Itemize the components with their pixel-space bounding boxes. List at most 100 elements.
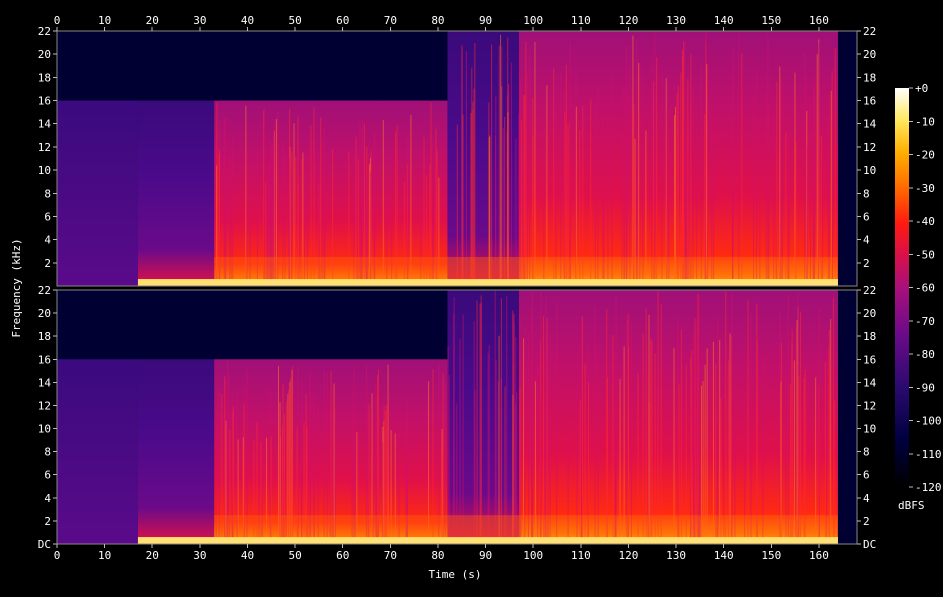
transient-streak (513, 315, 515, 544)
time-tick-label: 140 (714, 14, 734, 27)
freq-tick-label: 10 (38, 423, 51, 436)
transient-streak (510, 62, 512, 286)
time-tick-label: 60 (336, 549, 349, 562)
time-tick-label: 40 (241, 549, 254, 562)
freq-tick-label: 20 (38, 48, 51, 61)
time-tick-label: 110 (571, 549, 591, 562)
transient-streak (650, 338, 652, 544)
transient-streak (692, 336, 694, 544)
transient-streak (779, 312, 781, 544)
freq-tick-label: 16 (38, 353, 51, 366)
colorbar-tick-label: -120 (915, 481, 942, 494)
time-tick-label: 150 (761, 549, 781, 562)
transient-streak (796, 320, 798, 544)
freq-tick-label: 2 (44, 257, 51, 270)
segment-0 (57, 359, 138, 544)
transient-streak (626, 89, 628, 286)
transient-streak (797, 293, 799, 544)
time-tick-label: 130 (666, 549, 686, 562)
transient-streak (506, 295, 508, 544)
transient-streak (698, 293, 700, 544)
time-tick-label: 150 (761, 14, 781, 27)
transient-streak (556, 302, 558, 544)
time-tick-label: 0 (54, 549, 61, 562)
freq-tick-label: 4 (44, 234, 51, 247)
transient-streak (560, 70, 562, 286)
transient-streak (488, 344, 490, 544)
transient-streak (553, 68, 555, 286)
time-tick-label: 120 (618, 14, 638, 27)
freq-tick-label: 4 (863, 492, 870, 505)
transient-streak (473, 88, 475, 286)
low-frequency-band (137, 279, 838, 286)
colorbar-tick-label: -60 (915, 282, 935, 295)
freq-tick-label: 16 (863, 353, 876, 366)
freq-tick-label: 12 (38, 141, 51, 154)
channel-1-panel (56, 30, 858, 287)
transient-streak (673, 348, 675, 544)
transient-streak (682, 49, 684, 286)
transient-streak (765, 91, 767, 286)
transient-streak (692, 89, 694, 286)
transient-streak (523, 338, 525, 544)
time-tick-label: 30 (193, 549, 206, 562)
frequency-axis-right: 222018161412108642222018161412108642DC (857, 25, 877, 551)
transient-streak (779, 66, 781, 287)
bass-energy-band (214, 515, 838, 538)
transient-streak (642, 77, 644, 287)
freq-tick-label: 4 (44, 492, 51, 505)
transient-streak (543, 316, 545, 544)
transient-streak (834, 48, 836, 286)
transient-streak (623, 346, 625, 544)
colorbar-tick-label: -20 (915, 149, 935, 162)
transient-streak (660, 304, 662, 544)
freq-tick-label: 2 (863, 257, 870, 270)
freq-tick-label: 22 (38, 284, 51, 297)
freq-tick-label: 16 (863, 95, 876, 108)
transient-streak (791, 329, 793, 544)
transient-streak (474, 43, 476, 286)
time-tick-label: 140 (714, 549, 734, 562)
transient-streak (700, 66, 702, 286)
time-axis-bottom: 0 10 20 30 40 50 60 70 80 90 100 110 120 130 140 150 160 (54, 544, 829, 562)
transient-streak (501, 46, 503, 287)
transient-streak (707, 64, 709, 287)
transient-streak (818, 43, 820, 286)
freq-tick-label: 12 (863, 141, 876, 154)
time-tick-label: 10 (98, 14, 111, 27)
transient-streak (687, 78, 689, 286)
segment-3 (447, 290, 519, 544)
colorbar-tick-label: -80 (915, 348, 935, 361)
freq-tick-label: 22 (863, 284, 876, 297)
transient-streak (741, 53, 743, 286)
transient-streak (540, 337, 542, 544)
segment-1 (137, 359, 215, 544)
time-tick-label: 80 (431, 14, 444, 27)
colorbar-tick-label: -70 (915, 315, 935, 328)
transient-streak (799, 311, 801, 544)
time-tick-label: 70 (384, 14, 397, 27)
freq-tick-label: 4 (863, 234, 870, 247)
transient-streak (642, 332, 644, 544)
transient-streak (653, 81, 655, 286)
transient-streak (756, 303, 758, 544)
colorbar: +0 -10 -20 -30 -40 -50 -60 -70 -80 -90 -100 -110 -12… (895, 82, 942, 512)
transient-streak (630, 322, 632, 544)
transient-streak (520, 81, 522, 287)
transient-streak (776, 82, 778, 286)
colorbar-tick-label: -40 (915, 215, 935, 228)
transient-streak (680, 329, 682, 544)
time-tick-label: 10 (98, 549, 111, 562)
transient-streak (691, 350, 693, 544)
transient-streak (657, 291, 659, 544)
transient-streak (581, 316, 583, 544)
freq-tick-label: 10 (863, 423, 876, 436)
freq-tick-label: 8 (44, 446, 51, 459)
transient-streak (750, 312, 752, 544)
x-axis-label: Time (s) (429, 568, 482, 581)
transient-streak (795, 328, 797, 544)
time-tick-label: 80 (431, 549, 444, 562)
freq-tick-label: 6 (44, 210, 51, 223)
freq-tick-label: 20 (863, 48, 876, 61)
transient-streak (594, 304, 596, 544)
